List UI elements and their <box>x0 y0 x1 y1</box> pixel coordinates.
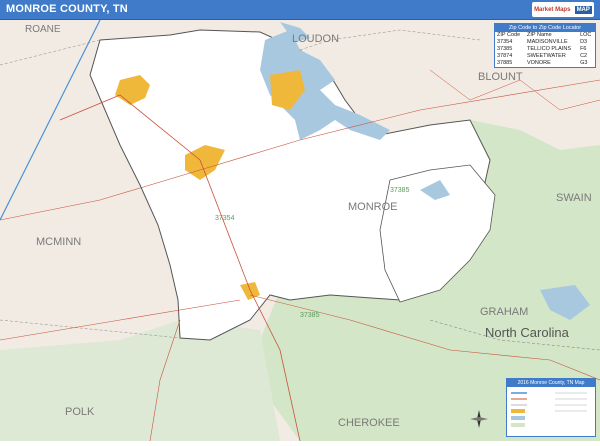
zip-locator-title: Zip Code to Zip Code Locator <box>495 24 595 32</box>
zip-cell: 37354 <box>497 39 513 45</box>
zip-cell: 37874 <box>497 53 513 59</box>
publisher-logo: Market Maps MAP <box>532 2 594 17</box>
zip-cell: SWEETWATER <box>526 53 566 59</box>
label-mcminn: MCMINN <box>36 236 81 248</box>
map-title: MONROE COUNTY, TN <box>6 3 128 15</box>
zip-cell: 37885 <box>497 60 513 66</box>
legend-swatch-urban <box>511 409 525 413</box>
zip-label-37385: 37385 <box>390 187 410 194</box>
zip-col-loc: LOC <box>580 32 592 38</box>
legend-swatches <box>511 392 587 427</box>
zip-table-row: 37354 MADISONVILLE D3 <box>495 39 595 46</box>
zip-label-37385-south: 37385 <box>300 312 320 319</box>
label-roane: ROANE <box>25 24 61 35</box>
zip-table-header: ZIP Code ZIP Name LOC <box>495 32 595 39</box>
zip-cell: VONORE <box>526 60 551 66</box>
zip-cell: G3 <box>580 60 588 66</box>
legend-title: 2016 Monroe County, TN Map <box>507 379 595 387</box>
label-polk: POLK <box>65 406 95 418</box>
zip-table-row: 37385 TELLICO PLAINS F6 <box>495 46 595 53</box>
label-swain: SWAIN <box>556 192 592 204</box>
legend-swatch-water <box>511 416 525 420</box>
zip-col-name: ZIP Name <box>526 32 552 38</box>
zip-cell: TELLICO PLAINS <box>526 46 572 52</box>
zip-locator-table: Zip Code to Zip Code Locator ZIP Code ZI… <box>494 23 596 68</box>
zip-label-37354: 37354 <box>215 215 235 222</box>
zip-cell: D3 <box>580 39 588 45</box>
zip-table: ZIP Code ZIP Name LOC 37354 MADISONVILLE… <box>495 32 595 67</box>
label-cherokee: CHEROKEE <box>338 417 400 429</box>
zip-table-row: 37885 VONORE G3 <box>495 60 595 67</box>
zip-cell: 37385 <box>497 46 513 52</box>
label-loudon: LOUDON <box>292 33 339 45</box>
zip-table-row: 37874 SWEETWATER C2 <box>495 53 595 60</box>
label-graham: GRAHAM <box>480 306 528 318</box>
label-north-carolina: North Carolina <box>485 325 570 340</box>
legend-swatch-forest <box>511 423 525 427</box>
compass-rose-icon <box>470 410 488 428</box>
zip-cell: C2 <box>580 53 588 59</box>
label-monroe: MONROE <box>348 201 398 213</box>
zip-cell: F6 <box>580 46 587 52</box>
zip-col-code: ZIP Code <box>497 32 521 38</box>
logo-text: Market Maps <box>534 6 571 13</box>
logo-badge: MAP <box>574 5 592 14</box>
zip-cell: MADISONVILLE <box>526 39 568 45</box>
title-bar: MONROE COUNTY, TN Market Maps MAP <box>0 0 600 20</box>
label-blount: BLOUNT <box>478 71 523 83</box>
map-legend: 2016 Monroe County, TN Map <box>506 378 596 437</box>
